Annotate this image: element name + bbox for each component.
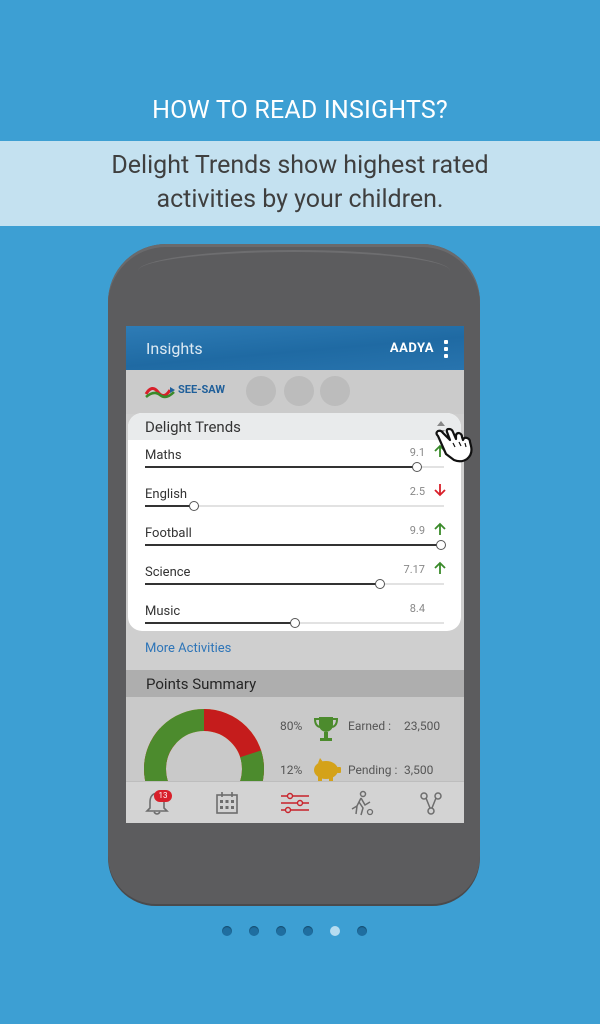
rating-slider-track (145, 618, 444, 628)
earned-value: 23,500 (404, 719, 441, 733)
activity-rating: 9.1 (409, 446, 425, 459)
pending-label: Pending : (348, 763, 398, 777)
seesaw-logo-icon (144, 387, 175, 399)
rating-slider-track (145, 540, 446, 550)
intro-line-1: Delight Trends show highest rated (111, 151, 489, 180)
delight-trend-row[interactable]: English 2.5 (128, 484, 461, 523)
delight-trends-card: Delight Trends Maths 9.1 English 2.5 Footbal… (128, 413, 461, 631)
rating-slider-track (145, 501, 444, 511)
avatar[interactable] (246, 376, 276, 406)
intro-description: Delight Trends show highest rated activi… (0, 141, 600, 226)
overflow-menu-icon[interactable] (444, 340, 448, 358)
trophy-icon (314, 717, 338, 741)
rating-slider-knob (289, 618, 300, 628)
app-title: Insights (146, 339, 203, 358)
delight-trends-header: Delight Trends (128, 413, 461, 440)
delight-trend-row[interactable]: Football 9.9 (128, 522, 461, 562)
piggy-bank-icon (314, 758, 341, 781)
activity-label: Football (145, 526, 192, 541)
page-dot[interactable] (222, 926, 232, 936)
rating-slider-track (145, 579, 444, 589)
trend-up-arrow-icon (434, 561, 446, 574)
calendar-icon[interactable] (214, 790, 240, 816)
earned-label: Earned : (348, 719, 392, 733)
more-activities-link[interactable]: More Activities (145, 641, 231, 656)
activity-rating: 7.17 (403, 563, 425, 576)
hand-pointer-icon (435, 427, 473, 463)
page-dot[interactable] (303, 926, 313, 936)
activity-rating: 2.5 (409, 485, 425, 498)
activity-rating: 8.4 (409, 602, 425, 615)
rating-slider-knob (189, 501, 200, 511)
network-icon[interactable] (418, 790, 444, 816)
points-summary-body: 80% Earned : 23,500 12% Pending : 3,500 (126, 697, 464, 823)
rating-slider-knob (375, 579, 386, 589)
delight-trend-row[interactable]: Music 8.4 (128, 602, 461, 640)
trend-down-arrow-icon (434, 484, 446, 497)
trend-up-arrow-icon (434, 522, 446, 535)
bottom-navigation: 13 (126, 781, 464, 823)
points-summary-header: Points Summary (126, 670, 464, 697)
rating-slider-fill (145, 622, 295, 624)
rating-slider-track (145, 462, 444, 472)
rating-slider-fill (145, 466, 418, 468)
pending-percent: 12% (280, 763, 303, 777)
activity-label: Music (145, 604, 181, 619)
page-indicator (0, 924, 600, 938)
delight-trends-title: Delight Trends (145, 418, 241, 436)
rating-slider-fill (145, 505, 195, 507)
page-dot[interactable] (330, 926, 340, 936)
page-dot[interactable] (276, 926, 286, 936)
activity-label: Maths (145, 448, 182, 463)
page-dot[interactable] (357, 926, 367, 936)
earned-percent: 80% (280, 719, 303, 733)
child-switcher[interactable]: AADYA (390, 341, 434, 356)
activity-rating: 9.9 (409, 524, 425, 537)
activities-player-icon[interactable] (348, 790, 374, 816)
delight-trend-row[interactable]: Science 7.17 (128, 561, 461, 601)
rating-slider-fill (145, 544, 441, 546)
activity-label: Science (145, 565, 191, 580)
rating-slider-fill (145, 583, 381, 585)
avatar[interactable] (284, 376, 314, 406)
rating-slider-knob (412, 462, 423, 472)
avatar[interactable] (320, 376, 350, 406)
intro-line-2: activities by your children. (156, 185, 444, 214)
rating-slider-knob (436, 540, 446, 550)
pending-value: 3,500 (404, 763, 434, 777)
delight-trend-row[interactable]: Maths 9.1 (128, 444, 461, 484)
activity-label: English (145, 487, 188, 502)
child-app-name: SEE-SAW (178, 383, 226, 396)
insights-sliders-icon[interactable] (280, 790, 310, 816)
app-bar: Insights AADYA (126, 326, 464, 370)
points-summary-title: Points Summary (146, 675, 257, 693)
page-dot[interactable] (249, 926, 259, 936)
intro-heading: HOW TO READ INSIGHTS? (152, 96, 448, 125)
notification-badge: 13 (154, 790, 172, 802)
child-app-bar: SEE-SAW (126, 370, 464, 414)
